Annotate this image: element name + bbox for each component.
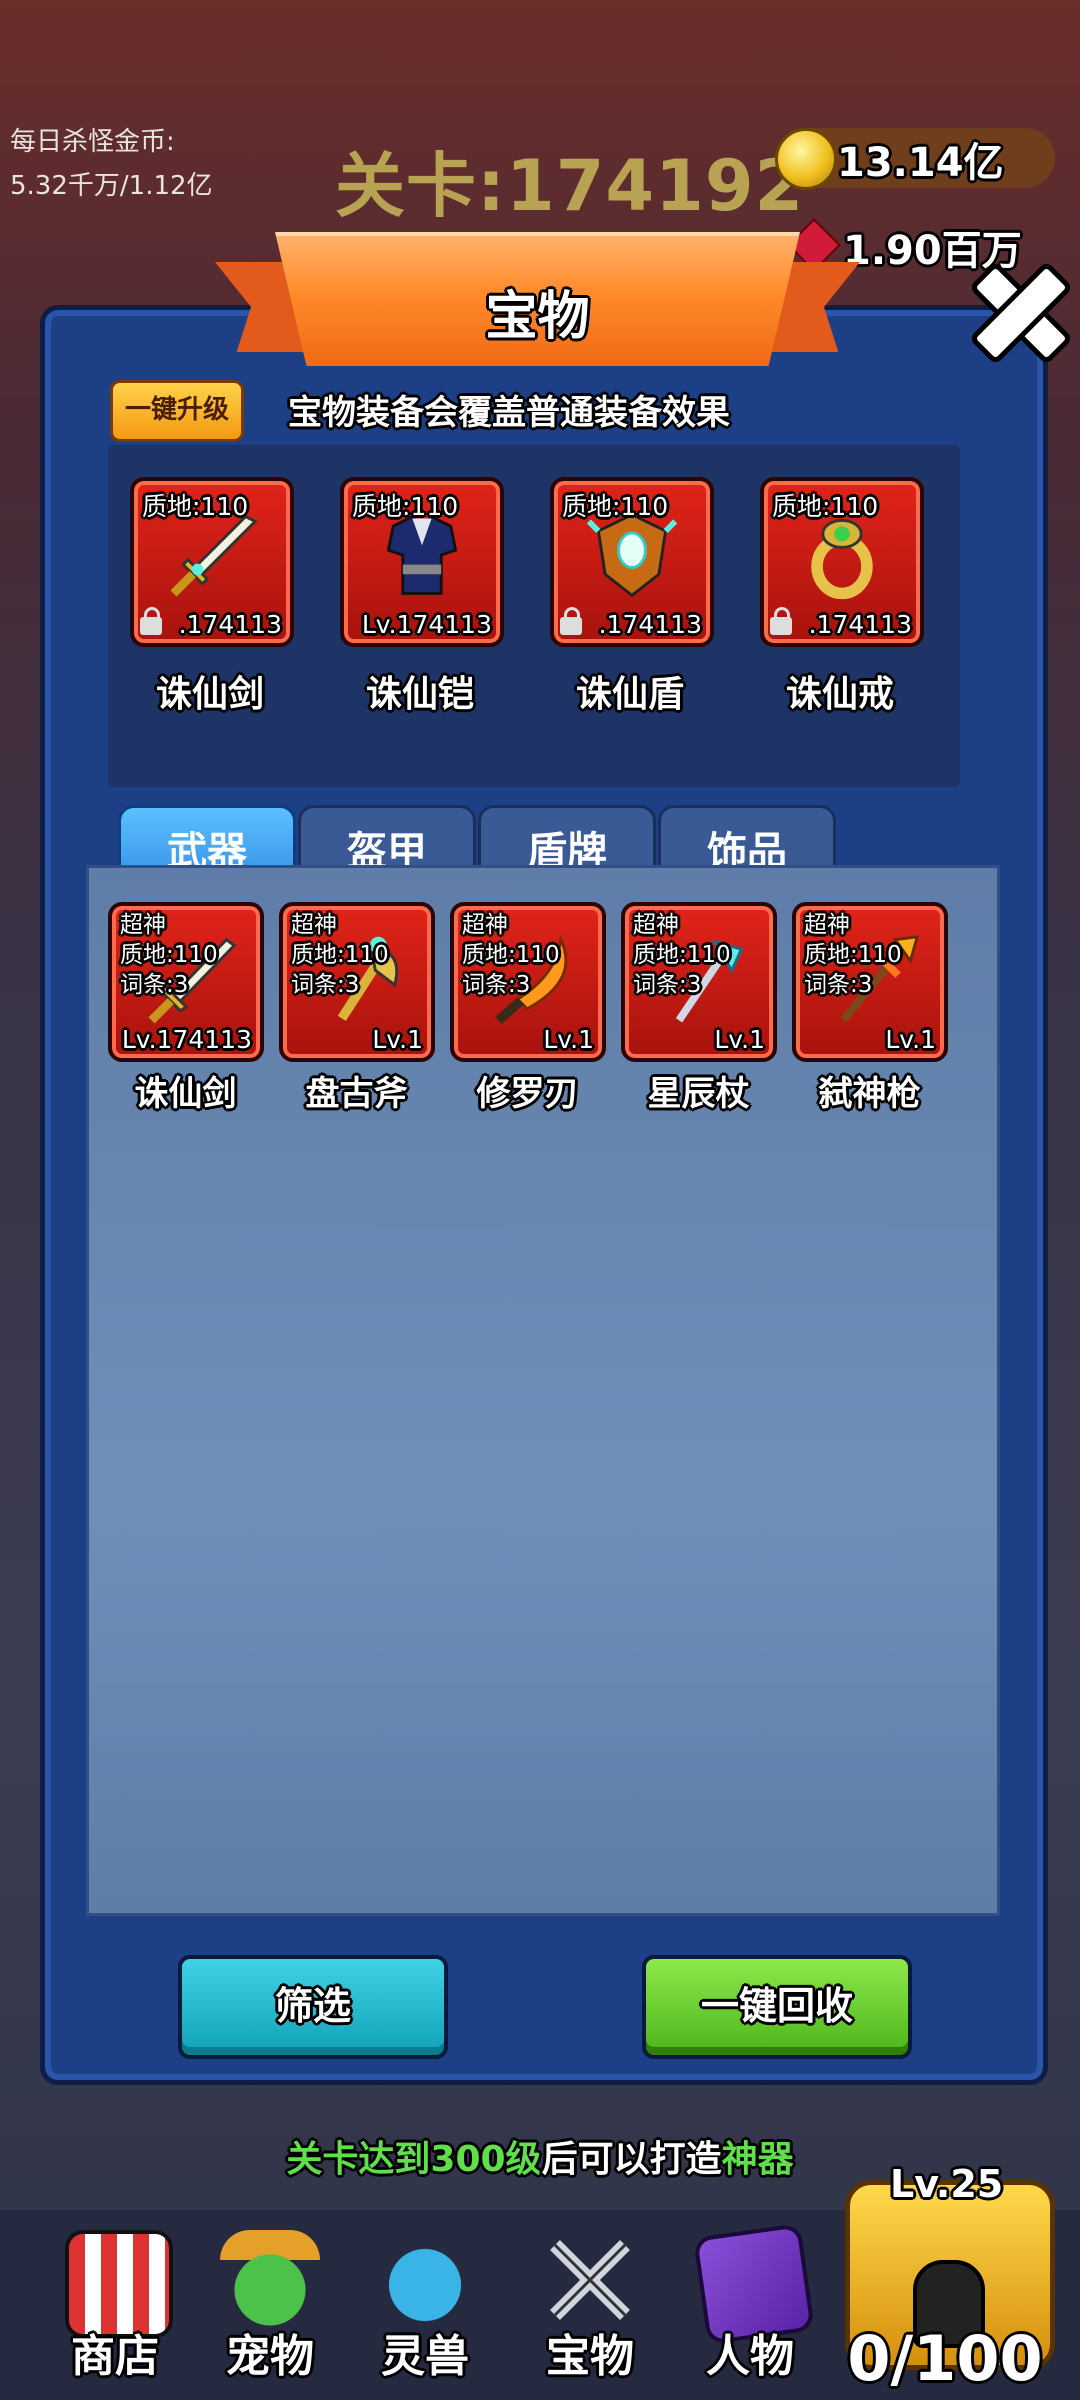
list-item[interactable]: 超神 质地:110 词条:3 Lv.174113 诛仙剑 [108, 902, 264, 1115]
equipped-card: 质地:110 .174113 [550, 477, 714, 647]
list-item[interactable]: 超神 质地:110 词条:3 Lv.1 弑神枪 [792, 902, 948, 1115]
tier-text: 超神 [291, 912, 337, 938]
item-card: 超神 质地:110 词条:3 Lv.1 [621, 902, 777, 1062]
tier-text: 超神 [120, 912, 166, 938]
tier-text: 超神 [462, 912, 508, 938]
equipped-treasures: 质地:110 .174113 诛仙剑 质地:110 Lv.174113 诛仙铠 … [108, 445, 960, 787]
item-card: 超神 质地:110 词条:3 Lv.1 [792, 902, 948, 1062]
nav-character[interactable]: 人物 [680, 2220, 820, 2390]
level-text: Lv.1 [714, 1025, 765, 1054]
nav-label: 灵兽 [381, 2331, 469, 2382]
equipped-slot-shield[interactable]: 质地:110 .174113 诛仙盾 [550, 477, 714, 717]
upgrade-all-button[interactable]: 一键升级 [110, 380, 244, 442]
level-text: Lv.1 [885, 1025, 936, 1054]
daily-gold-label: 每日杀怪金币: [10, 127, 175, 157]
equipped-name: 诛仙戒 [785, 674, 894, 715]
list-item[interactable]: 超神 质地:110 词条:3 Lv.1 星辰杖 [621, 902, 777, 1115]
item-stats: 超神 质地:110 词条:3 [462, 910, 560, 1000]
quality-text: 质地:110 [562, 492, 669, 521]
nav-shop[interactable]: 商店 [45, 2220, 185, 2390]
list-item[interactable]: 超神 质地:110 词条:3 Lv.1 修罗刃 [450, 902, 606, 1115]
equipped-name: 诛仙铠 [365, 674, 474, 715]
item-name: 星辰杖 [647, 1074, 750, 1114]
item-card: 超神 质地:110 词条:3 Lv.1 [450, 902, 606, 1062]
item-stats: 超神 质地:110 词条:3 [291, 910, 389, 1000]
treasure-icon [550, 2240, 630, 2320]
equipped-card: 质地:110 .174113 [760, 477, 924, 647]
item-card: 超神 质地:110 词条:3 Lv.1 [279, 902, 435, 1062]
chest-count: 0/100 [847, 2322, 1043, 2395]
equipped-card: 质地:110 Lv.174113 [340, 477, 504, 647]
reward-chest[interactable]: Lv.25 0/100 [835, 2150, 1055, 2395]
daily-kill-gold: 每日杀怪金币: 5.32千万/1.12亿 [10, 120, 213, 208]
lock-icon [560, 607, 582, 635]
level-text: .174113 [598, 610, 702, 639]
quality-text: 质地:110 [291, 942, 389, 968]
beast-icon [375, 2230, 475, 2330]
equipped-name: 诛仙盾 [575, 674, 684, 715]
affix-text: 词条:3 [291, 972, 360, 998]
hint-part-2: 300级 [430, 2139, 542, 2180]
level-text: .174113 [178, 610, 282, 639]
equipped-slot-weapon[interactable]: 质地:110 .174113 诛仙剑 [130, 477, 294, 717]
item-card: 超神 质地:110 词条:3 Lv.174113 [108, 902, 264, 1062]
item-name: 诛仙剑 [134, 1074, 237, 1114]
gold-coin-icon [775, 128, 837, 190]
gold-value: 13.14亿 [837, 140, 1004, 186]
level-text: Lv.174113 [361, 610, 492, 639]
nav-beast[interactable]: 灵兽 [355, 2220, 495, 2390]
affix-text: 词条:3 [633, 972, 702, 998]
recycle-all-button[interactable]: 一键回收 [642, 1955, 912, 2059]
close-button[interactable] [958, 250, 1074, 366]
affix-text: 词条:3 [804, 972, 873, 998]
item-stats: 超神 质地:110 词条:3 [804, 910, 902, 1000]
affix-text: 词条:3 [120, 972, 189, 998]
list-item[interactable]: 超神 质地:110 词条:3 Lv.1 盘古斧 [279, 902, 435, 1115]
nav-label: 宠物 [226, 2331, 314, 2382]
hint-part-4: 神器 [721, 2139, 794, 2180]
equipped-card: 质地:110 .174113 [130, 477, 294, 647]
nav-pet[interactable]: 宠物 [200, 2220, 340, 2390]
quality-text: 质地:110 [633, 942, 731, 968]
title-ribbon: 宝物 [215, 232, 860, 382]
level-text: Lv.1 [543, 1025, 594, 1054]
level-text: Lv.174113 [121, 1025, 252, 1054]
nav-label: 商店 [71, 2331, 159, 2382]
quality-text: 质地:110 [142, 492, 249, 521]
equipment-notice: 宝物装备会覆盖普通装备效果 [288, 393, 730, 433]
chest-level: Lv.25 [890, 2162, 1004, 2206]
nav-treasure[interactable]: 宝物 [520, 2220, 660, 2390]
lock-icon [770, 607, 792, 635]
equipped-slot-armor[interactable]: 质地:110 Lv.174113 诛仙铠 [340, 477, 504, 717]
quality-text: 质地:110 [772, 492, 879, 521]
quality-text: 质地:110 [804, 942, 902, 968]
quality-text: 质地:110 [462, 942, 560, 968]
item-name: 修罗刃 [476, 1074, 579, 1114]
panel-title: 宝物 [485, 287, 590, 347]
tier-text: 超神 [633, 912, 679, 938]
item-stats: 超神 质地:110 词条:3 [633, 910, 731, 1000]
nav-label: 宝物 [546, 2331, 634, 2382]
item-name: 弑神枪 [818, 1074, 921, 1114]
affix-text: 词条:3 [462, 972, 531, 998]
pet-icon [220, 2230, 320, 2330]
filter-button[interactable]: 筛选 [178, 1955, 448, 2059]
quality-text: 质地:110 [120, 942, 218, 968]
level-text: .174113 [808, 610, 912, 639]
nav-label: 人物 [706, 2331, 794, 2382]
item-name: 盘古斧 [305, 1074, 408, 1114]
lock-icon [140, 607, 162, 635]
hint-part-3: 后可以打造 [541, 2139, 722, 2180]
stage-counter: 关卡:174192 [335, 145, 805, 227]
hint-part-1: 关卡达到 [286, 2139, 431, 2180]
item-stats: 超神 质地:110 词条:3 [120, 910, 218, 1000]
gold-display: 13.14亿 [775, 128, 1055, 190]
tier-text: 超神 [804, 912, 850, 938]
equipped-name: 诛仙剑 [155, 674, 264, 715]
quality-text: 质地:110 [352, 492, 459, 521]
equipped-slot-ring[interactable]: 质地:110 .174113 诛仙戒 [760, 477, 924, 717]
level-text: Lv.1 [372, 1025, 423, 1054]
daily-gold-value: 5.32千万/1.12亿 [10, 171, 213, 201]
